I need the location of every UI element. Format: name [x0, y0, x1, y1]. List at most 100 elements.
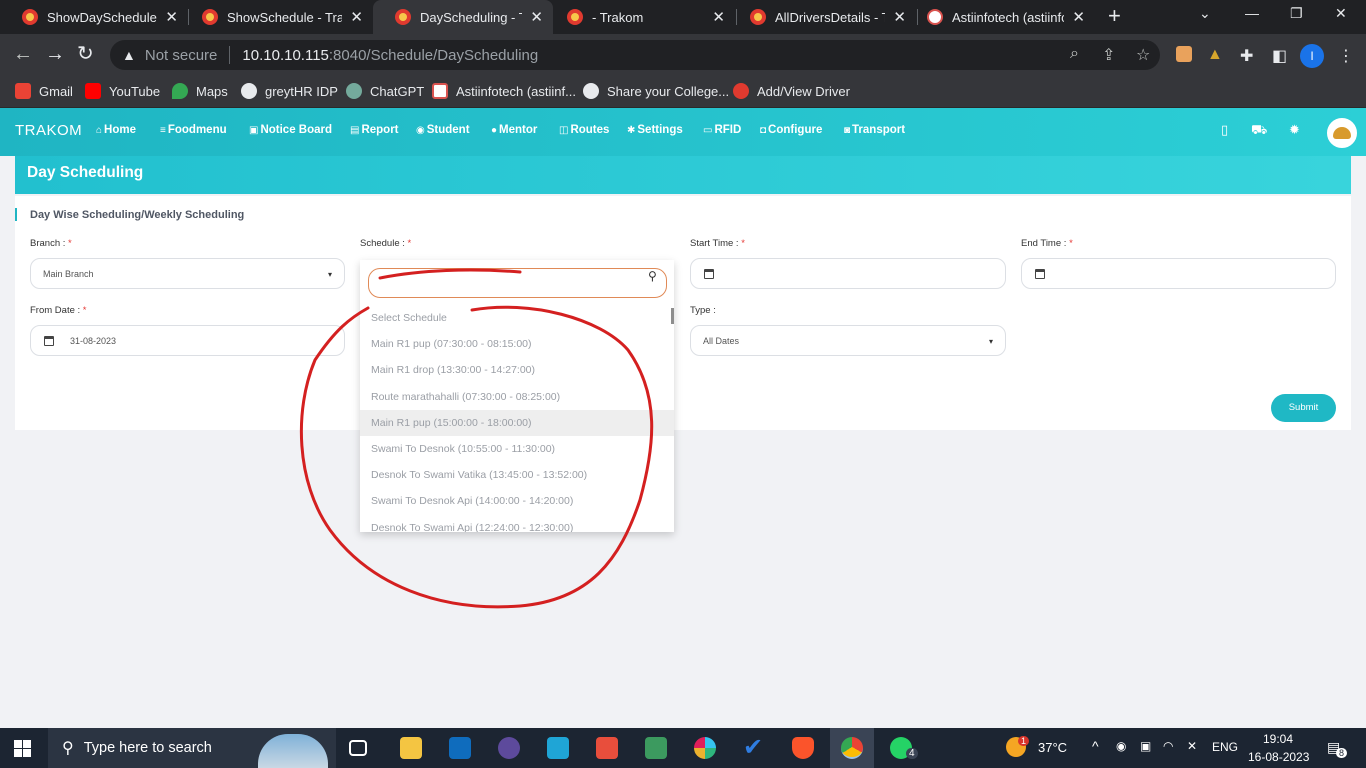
bookmark-youtube[interactable]: YouTube — [85, 83, 160, 99]
nav-home[interactable]: ⌂ Home — [96, 124, 136, 136]
vehicle-icon[interactable]: ⛟ — [1251, 122, 1267, 140]
schedule-option[interactable]: Swami To Desnok (10:55:00 - 11:30:00) — [360, 436, 674, 462]
address-bar[interactable]: ▲ Not secure 10.10.10.115:8040/Schedule/… — [110, 40, 1160, 70]
page-header: Day Scheduling — [15, 156, 1351, 194]
dropdown-scrollbar[interactable] — [671, 308, 674, 324]
bookmark-label: Share your College... — [607, 83, 730, 99]
chevron-up-icon[interactable]: ^ — [1092, 738, 1099, 754]
forward-button[interactable]: → — [45, 43, 65, 65]
profile-avatar[interactable]: I — [1300, 44, 1324, 68]
extensions-puzzle-icon[interactable]: ✚ — [1240, 46, 1253, 66]
bookmark-share-college[interactable]: Share your College... — [583, 83, 729, 99]
user-avatar[interactable] — [1327, 118, 1357, 148]
nav-configure[interactable]: ◘ Configure — [760, 124, 822, 136]
close-window-button[interactable]: ✕ — [1335, 5, 1347, 22]
restore-button[interactable]: ❐ — [1290, 5, 1303, 22]
browser-tab[interactable]: - Trakom ✕ — [545, 0, 735, 34]
nav-rfid[interactable]: ▭ RFID — [703, 124, 741, 136]
location-icon[interactable]: ◉ — [1116, 739, 1126, 753]
zoom-icon[interactable]: ⌕ — [1070, 45, 1079, 63]
extension-icon[interactable]: ▲ — [1207, 46, 1223, 64]
start-time-input[interactable] — [690, 258, 1006, 289]
schedule-option[interactable]: Route marathahalli (07:30:00 - 08:25:00) — [360, 384, 674, 410]
app-icon[interactable] — [547, 737, 569, 759]
device-icon[interactable]: ▯ — [1221, 122, 1228, 138]
branch-select[interactable]: Main Branch ▾ — [30, 258, 345, 289]
extension-icon[interactable] — [1176, 46, 1192, 62]
browser-tab[interactable]: ShowSchedule - Trako ✕ — [180, 0, 373, 34]
nav-foodmenu[interactable]: ≡ Foodmenu — [160, 124, 227, 136]
new-tab-button[interactable]: + — [1108, 3, 1121, 29]
eclipse-icon[interactable] — [498, 737, 520, 759]
todo-check-icon[interactable]: ✔ — [743, 736, 765, 760]
nav-mentor[interactable]: ● Mentor — [491, 124, 537, 136]
nav-notice-board[interactable]: ▣ Notice Board — [249, 124, 332, 136]
brave-icon[interactable] — [792, 737, 814, 759]
browser-tab-active[interactable]: DayScheduling - Trako ✕ — [373, 0, 553, 34]
type-select[interactable]: All Dates ▾ — [690, 325, 1006, 356]
nav-report[interactable]: ▤ Report — [350, 124, 399, 136]
bookmark-star-icon[interactable]: ☆ — [1136, 45, 1150, 65]
bookmark-astiinfotech[interactable]: Astiinfotech (astiinf... — [432, 83, 576, 99]
bookmark-add-view-driver[interactable]: Add/View Driver — [733, 83, 850, 99]
close-tab-icon[interactable]: ✕ — [530, 8, 543, 26]
from-date-value: 31-08-2023 — [70, 335, 117, 346]
schedule-option[interactable]: Main R1 pup (07:30:00 - 08:15:00) — [360, 331, 674, 357]
nav-settings[interactable]: ✱ Settings — [627, 124, 683, 136]
volume-muted-icon[interactable]: ✕ — [1187, 739, 1197, 753]
warning-icon[interactable]: ▲ — [122, 47, 136, 63]
browser-tab[interactable]: Astiinfotech (astiinfote ✕ — [905, 0, 1095, 34]
browser-tab[interactable]: ShowDaySchedules - T ✕ — [0, 0, 188, 34]
browser-tab[interactable]: AllDriversDetails - Trak✕ — [728, 0, 916, 34]
submit-button[interactable]: Submit — [1271, 394, 1336, 422]
chrome-menu-icon[interactable]: ⋮ — [1338, 46, 1354, 66]
brand-logo[interactable]: TRAKOM — [15, 122, 82, 139]
spreadsheet-icon[interactable] — [645, 737, 667, 759]
clock-time[interactable]: 19:04 — [1250, 732, 1306, 746]
from-date-input[interactable]: 31-08-2023 — [30, 325, 345, 356]
close-tab-icon[interactable]: ✕ — [1072, 8, 1085, 26]
outlook-icon[interactable] — [449, 737, 471, 759]
file-explorer-icon[interactable] — [400, 737, 422, 759]
close-tab-icon[interactable]: ✕ — [165, 8, 178, 26]
windows-taskbar: ⚲ Type here to search ✔ 4 1 37°C ^ ◉ ▣ ◠ … — [0, 728, 1366, 768]
close-tab-icon[interactable]: ✕ — [350, 8, 363, 26]
slack-icon[interactable] — [694, 737, 716, 759]
camera-icon[interactable]: ▣ — [1140, 739, 1151, 753]
tab-search-chevron-icon[interactable]: ⌄ — [1199, 5, 1211, 22]
bookmark-greythr[interactable]: greytHR IDP — [241, 83, 338, 99]
git-icon[interactable] — [596, 737, 618, 759]
share-icon[interactable]: ⇪ — [1102, 45, 1115, 65]
bookmark-chatgpt[interactable]: ChatGPT — [346, 83, 424, 99]
nav-routes[interactable]: ◫ Routes — [559, 124, 609, 136]
schedule-option[interactable]: Swami To Desnok Api (14:00:00 - 14:20:00… — [360, 488, 674, 514]
nav-student[interactable]: ◉ Student — [416, 124, 470, 136]
back-button[interactable]: ← — [13, 43, 33, 65]
schedule-option[interactable]: Main R1 drop (13:30:00 - 14:27:00) — [360, 357, 674, 383]
security-label[interactable]: Not secure — [145, 47, 218, 64]
weather-temp[interactable]: 37°C — [1038, 740, 1067, 755]
bookmark-maps[interactable]: Maps — [172, 83, 228, 99]
schedule-option-placeholder[interactable]: Select Schedule — [360, 305, 674, 331]
windows-start-icon[interactable] — [14, 740, 31, 757]
close-tab-icon[interactable]: ✕ — [712, 8, 725, 26]
clock-date[interactable]: 16-08-2023 — [1248, 750, 1309, 764]
bookmark-gmail[interactable]: Gmail — [15, 83, 73, 99]
language-indicator[interactable]: ENG — [1212, 740, 1238, 754]
task-view-icon[interactable] — [349, 740, 367, 756]
from-date-label: From Date : * — [30, 305, 87, 316]
schedule-option[interactable]: Desnok To Swami Vatika (13:45:00 - 13:52… — [360, 462, 674, 488]
wifi-icon[interactable]: ◠ — [1163, 739, 1173, 753]
reload-button[interactable]: ↻ — [77, 43, 94, 65]
schedule-option[interactable]: Desnok To Swami Api (12:24:00 - 12:30:00… — [360, 515, 674, 533]
bug-icon[interactable]: ✹ — [1289, 122, 1300, 138]
taskbar-search[interactable]: ⚲ Type here to search — [48, 728, 336, 768]
chrome-icon[interactable] — [841, 737, 863, 759]
side-panel-icon[interactable]: ◧ — [1272, 46, 1287, 66]
schedule-option-highlighted[interactable]: Main R1 pup (15:00:00 - 18:00:00) — [360, 409, 674, 436]
minimize-button[interactable]: — — [1245, 5, 1259, 21]
astiinfotech-icon — [432, 83, 448, 99]
schedule-search-input[interactable] — [368, 268, 667, 298]
end-time-input[interactable] — [1021, 258, 1336, 289]
nav-transport[interactable]: ◙ Transport — [844, 124, 905, 136]
